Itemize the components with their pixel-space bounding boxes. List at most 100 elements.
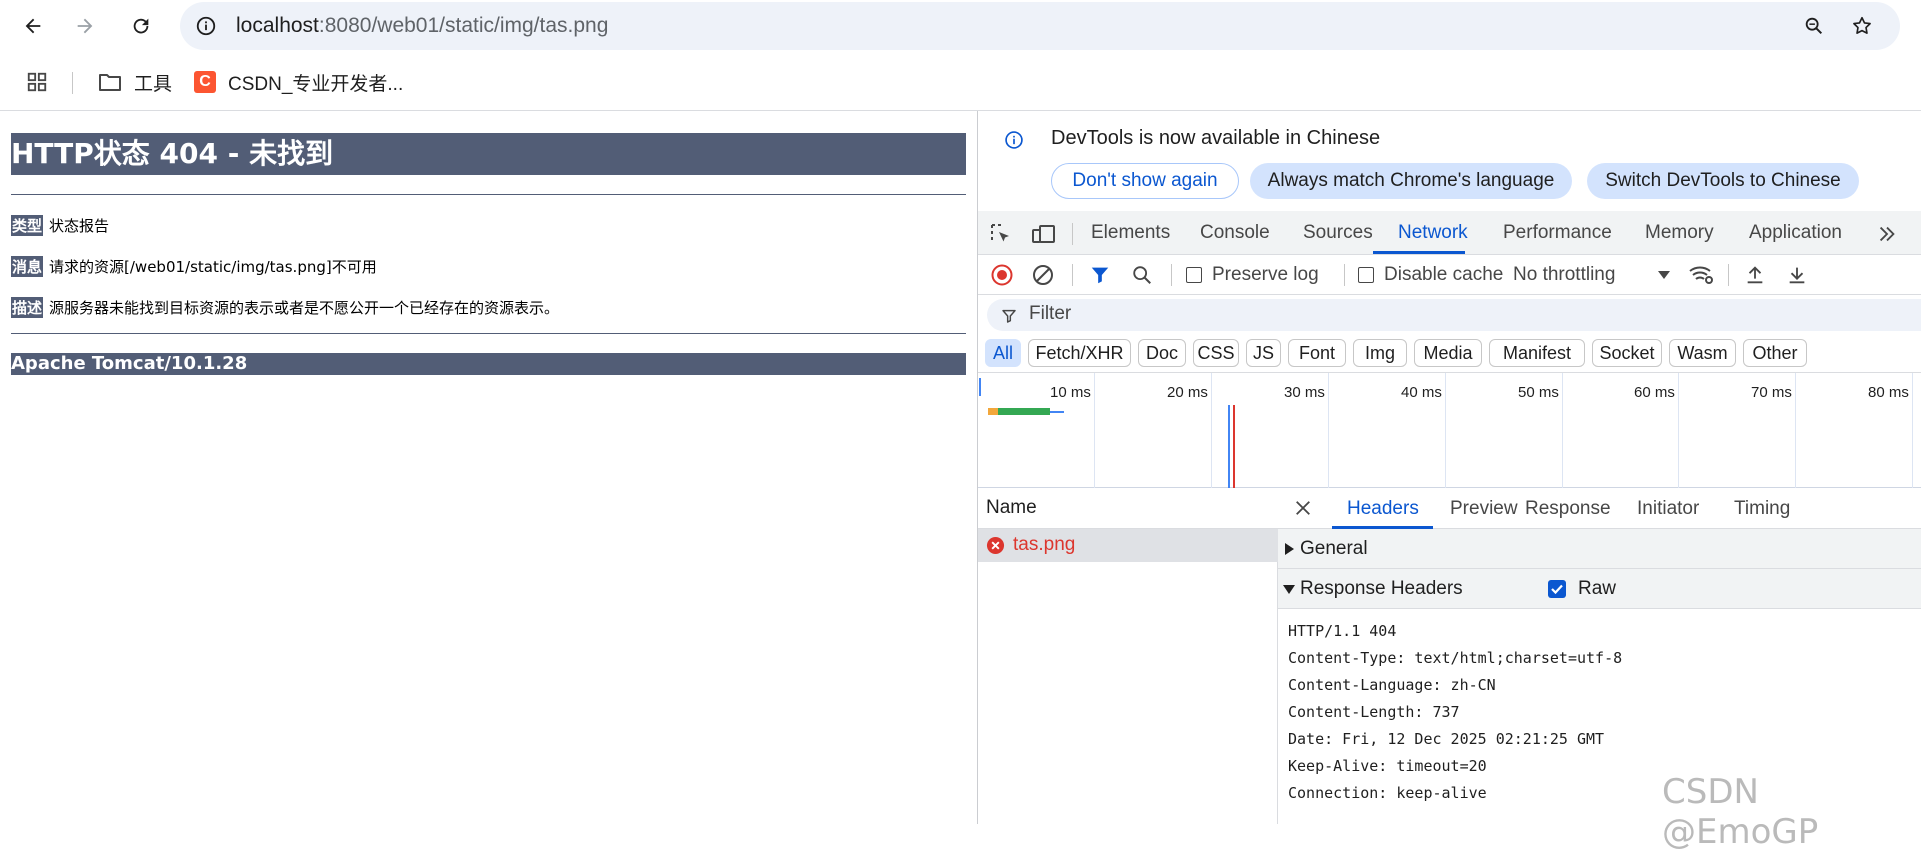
always-match-language-button[interactable]: Always match Chrome's language [1250,163,1572,199]
chip-media[interactable]: Media [1414,339,1482,367]
toolbar-divider [1072,264,1073,286]
filter-icon [1002,309,1016,323]
raw-response-headers: HTTP/1.1 404 Content-Type: text/html;cha… [1288,618,1622,807]
chip-img[interactable]: Img [1353,339,1407,367]
export-har-button[interactable] [1785,263,1809,287]
record-icon [991,264,1013,286]
general-section-header[interactable]: General [1278,529,1921,569]
toolbar-divider [1171,264,1172,286]
upload-icon [1747,266,1763,284]
chip-other[interactable]: Other [1743,339,1807,367]
network-overview-timeline[interactable]: 10 ms 20 ms 30 ms 40 ms 50 ms 60 ms 70 m… [978,373,1921,488]
header-line: Connection: keep-alive [1288,784,1487,802]
tab-network[interactable]: Network [1398,211,1468,255]
general-section-title: General [1300,538,1368,559]
bookmark-label: CSDN_专业开发者... [228,73,404,95]
disable-cache-checkbox[interactable] [1358,267,1374,283]
checkmark-icon [1551,584,1563,595]
tab-response[interactable]: Response [1525,488,1611,529]
timeline-start-marker [979,378,981,396]
tab-application[interactable]: Application [1749,211,1842,255]
page-divider [11,333,966,334]
tabs-divider [1072,223,1073,245]
chip-js[interactable]: JS [1246,339,1281,367]
dont-show-again-button[interactable]: Don't show again [1051,163,1239,199]
chip-doc[interactable]: Doc [1138,339,1186,367]
caret-down-icon [1658,271,1670,279]
network-conditions-button[interactable] [1688,263,1714,287]
message-label: 消息 [11,256,44,277]
preserve-log-checkbox[interactable] [1186,267,1202,283]
timeline-gridline [1094,373,1095,488]
throttling-select[interactable]: No throttling [1513,264,1615,286]
page-divider [11,194,966,195]
tab-timing[interactable]: Timing [1734,488,1790,529]
raw-checkbox[interactable] [1548,580,1566,598]
tab-memory[interactable]: Memory [1645,211,1714,255]
reload-button[interactable] [123,8,159,44]
header-line: Content-Type: text/html;charset=utf-8 [1288,649,1623,667]
download-icon [1789,267,1805,284]
tab-preview[interactable]: Preview [1450,488,1518,529]
devtools-tabs: Elements Console Sources Network Perform… [978,211,1921,255]
page-title: HTTP状态 404 - 未找到 [11,133,966,175]
more-tabs-button[interactable] [1874,221,1900,247]
bookmark-tools[interactable]: 工具 [98,66,172,98]
import-har-button[interactable] [1743,263,1767,287]
chip-all[interactable]: All [985,339,1021,367]
timeline-tick: 40 ms [1401,384,1442,401]
tab-console[interactable]: Console [1200,211,1270,255]
folder-icon [99,74,121,91]
csdn-logo-icon: C [194,71,216,93]
timeline-bar-waiting [988,408,998,415]
chip-css[interactable]: CSS [1193,339,1239,367]
bookmarks-bar: 工具 C CSDN_专业开发者... [0,60,1921,104]
timeline-tick: 60 ms [1634,384,1675,401]
chip-wasm[interactable]: Wasm [1669,339,1736,367]
tab-sources[interactable]: Sources [1303,211,1373,255]
chip-socket[interactable]: Socket [1592,339,1662,367]
chip-manifest[interactable]: Manifest [1489,339,1585,367]
name-column-header[interactable]: Name [978,488,1278,529]
stop-recording-button[interactable] [990,263,1014,287]
zoom-button[interactable] [1802,14,1826,38]
response-headers-section-header[interactable]: Response Headers Raw [1278,569,1921,609]
tab-elements[interactable]: Elements [1091,211,1170,255]
tab-initiator[interactable]: Initiator [1637,488,1699,529]
filter-toggle-button[interactable] [1088,263,1112,287]
search-button[interactable] [1130,263,1154,287]
watermark: CSDN @EmoGP [1662,772,1819,852]
forward-button[interactable] [67,8,103,44]
clear-button[interactable] [1031,263,1055,287]
close-details-button[interactable] [1292,497,1314,519]
bookmark-label: 工具 [134,73,173,95]
tab-headers[interactable]: Headers [1347,488,1419,529]
header-line: Keep-Alive: timeout=20 [1288,757,1487,775]
timeline-gridline [1912,373,1913,488]
switch-to-chinese-button[interactable]: Switch DevTools to Chinese [1587,163,1859,199]
inspect-element-button[interactable] [988,221,1014,247]
timeline-gridline [1445,373,1446,488]
apps-button[interactable] [26,66,48,98]
back-button[interactable] [15,8,51,44]
bookmark-csdn[interactable]: C CSDN_专业开发者... [194,66,403,98]
omnibox[interactable]: localhost:8080/web01/static/img/tas.png [180,2,1900,50]
filter-placeholder: Filter [1029,303,1072,324]
filter-input[interactable]: Filter [987,299,1921,331]
devtools-panel: DevTools is now available in Chinese Don… [977,111,1921,824]
tab-performance[interactable]: Performance [1503,211,1612,255]
device-toolbar-button[interactable] [1031,221,1057,247]
triangle-right-icon [1285,543,1294,555]
toolbar-divider [1728,264,1729,286]
clear-icon [1033,265,1053,285]
bookmark-star-button[interactable] [1850,14,1874,38]
chip-font[interactable]: Font [1288,339,1346,367]
chip-fetch-xhr[interactable]: Fetch/XHR [1028,339,1131,367]
search-icon [1133,266,1151,284]
apps-grid-icon [27,72,47,92]
request-row[interactable]: tas.png [978,529,1278,562]
tomcat-error-page: HTTP状态 404 - 未找到 类型 状态报告 消息 请求的资源[/web01… [0,111,977,824]
site-info-button[interactable] [194,14,218,38]
toolbar-divider [1344,264,1345,286]
header-line: Content-Language: zh-CN [1288,676,1496,694]
